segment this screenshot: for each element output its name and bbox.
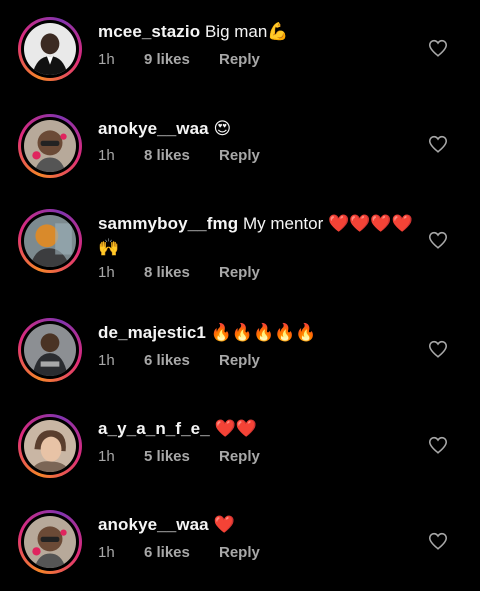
username[interactable]: a_y_a_n_f_e_ <box>98 419 210 438</box>
timestamp: 1h <box>98 147 115 164</box>
heart-outline-icon <box>428 231 448 249</box>
comment-text: ❤️ <box>213 515 235 534</box>
username[interactable]: sammyboy__fmg <box>98 214 238 233</box>
likes-count[interactable]: 8 likes <box>144 264 219 282</box>
story-ring[interactable] <box>18 209 82 273</box>
avatar[interactable] <box>24 23 76 75</box>
heart-outline-icon <box>428 532 448 550</box>
username[interactable]: mcee_stazio <box>98 22 200 41</box>
comment-text: ❤️❤️ <box>214 419 257 438</box>
likes-count[interactable]: 9 likes <box>144 51 219 69</box>
comment-body: mcee_stazio Big man💪 <box>98 20 420 44</box>
comment-text: 😍 <box>213 119 232 138</box>
username[interactable]: anokye__waa <box>98 515 209 534</box>
like-button[interactable] <box>427 229 449 251</box>
comment-body: anokye__waa 😍 <box>98 117 420 141</box>
comment-meta: 1h 6 likes Reply <box>98 544 260 562</box>
reply-button[interactable]: Reply <box>219 448 260 466</box>
timestamp: 1h <box>98 448 115 465</box>
avatar[interactable] <box>24 420 76 472</box>
timestamp: 1h <box>98 544 115 561</box>
comment-meta: 1h 8 likes Reply <box>98 147 260 165</box>
comment-body: de_majestic1 🔥🔥🔥🔥🔥 <box>98 321 420 345</box>
like-button[interactable] <box>427 37 449 59</box>
heart-outline-icon <box>428 39 448 57</box>
like-button[interactable] <box>427 133 449 155</box>
avatar[interactable] <box>24 120 76 172</box>
story-ring[interactable] <box>18 510 82 574</box>
avatar-image <box>24 324 76 376</box>
like-button[interactable] <box>427 434 449 456</box>
avatar-image <box>24 23 76 75</box>
username[interactable]: anokye__waa <box>98 119 209 138</box>
avatar-image <box>24 120 76 172</box>
likes-count[interactable]: 6 likes <box>144 544 219 562</box>
reply-button[interactable]: Reply <box>219 51 260 69</box>
comment-body: a_y_a_n_f_e_ ❤️❤️ <box>98 417 420 441</box>
avatar[interactable] <box>24 324 76 376</box>
timestamp: 1h <box>98 352 115 369</box>
story-ring[interactable] <box>18 318 82 382</box>
avatar-image <box>24 516 76 568</box>
reply-button[interactable]: Reply <box>219 544 260 562</box>
likes-count[interactable]: 8 likes <box>144 147 219 165</box>
likes-count[interactable]: 6 likes <box>144 352 219 370</box>
story-ring[interactable] <box>18 414 82 478</box>
heart-outline-icon <box>428 340 448 358</box>
reply-button[interactable]: Reply <box>219 147 260 165</box>
comment-body: anokye__waa ❤️ <box>98 513 420 537</box>
avatar-image <box>24 420 76 472</box>
comment-body: sammyboy__fmg My mentor ❤️❤️❤️❤️🙌 <box>98 212 420 260</box>
comment-text: Big man💪 <box>204 22 289 41</box>
avatar[interactable] <box>24 215 76 267</box>
reply-button[interactable]: Reply <box>219 352 260 370</box>
reply-button[interactable]: Reply <box>219 264 260 282</box>
heart-outline-icon <box>428 436 448 454</box>
timestamp: 1h <box>98 264 115 281</box>
timestamp: 1h <box>98 51 115 68</box>
heart-outline-icon <box>428 135 448 153</box>
avatar-image <box>24 215 76 267</box>
comment-meta: 1h 6 likes Reply <box>98 352 260 370</box>
comments-list: mcee_stazio Big man💪 1h 9 likes Reply an… <box>0 0 480 591</box>
comment-meta: 1h 8 likes Reply <box>98 264 260 282</box>
likes-count[interactable]: 5 likes <box>144 448 219 466</box>
comment-meta: 1h 5 likes Reply <box>98 448 260 466</box>
like-button[interactable] <box>427 338 449 360</box>
avatar[interactable] <box>24 516 76 568</box>
comment-meta: 1h 9 likes Reply <box>98 51 260 69</box>
story-ring[interactable] <box>18 17 82 81</box>
username[interactable]: de_majestic1 <box>98 323 206 342</box>
comment-text: 🔥🔥🔥🔥🔥 <box>210 323 317 342</box>
like-button[interactable] <box>427 530 449 552</box>
story-ring[interactable] <box>18 114 82 178</box>
